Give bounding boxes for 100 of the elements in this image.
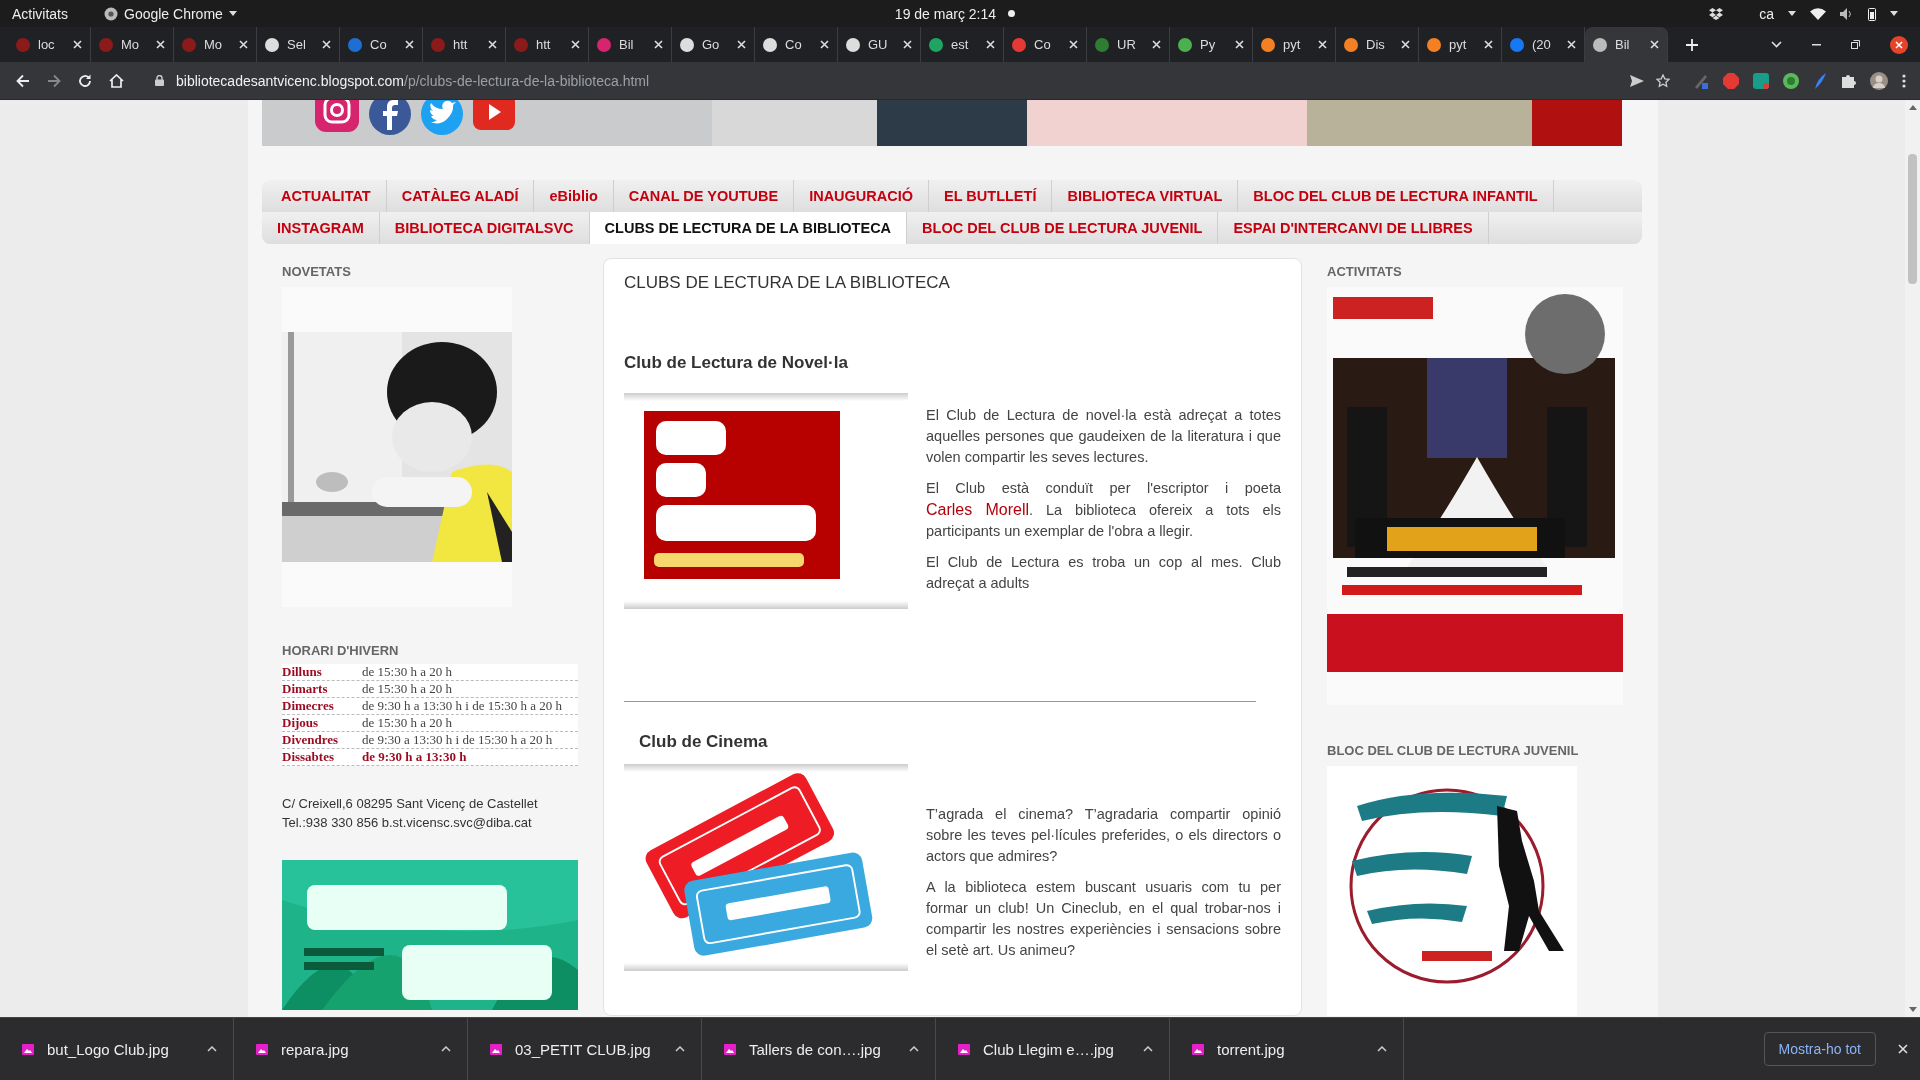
close-icon[interactable] [903,40,912,49]
image-file-icon [958,1043,970,1055]
menu-tab[interactable]: ESPAI D'INTERCANVI DE LLIBRES [1218,212,1489,244]
section-heading: HORARI D'HIVERN [282,643,399,658]
twitter-icon[interactable] [420,100,464,136]
scrollbar[interactable] [1905,100,1920,1017]
caret-up-icon[interactable] [1377,1046,1387,1052]
scrollbar-thumb[interactable] [1908,154,1917,284]
star-icon[interactable] [1656,73,1670,88]
language-indicator[interactable]: ca [1759,5,1774,22]
close-icon[interactable] [571,40,580,49]
caret-icon [228,11,237,16]
close-window-icon[interactable] [1890,35,1908,54]
lock-icon [155,75,164,86]
caret-up-icon[interactable] [1143,1046,1153,1052]
menu-tab[interactable]: CATÀLEG ALADÍ [386,180,535,212]
menu-tab[interactable]: ACTUALITAT [262,180,387,212]
download-item[interactable]: but_Logo Club.jpg [0,1018,234,1080]
contact-text: Tel.:938 330 856 b.st.vicensc.svc@diba.cat [282,815,532,830]
app-menu[interactable]: Google Chrome [104,5,237,22]
download-item[interactable]: Club Llegim e….jpg [936,1018,1170,1080]
feather-icon[interactable] [1813,72,1827,89]
browser-tab[interactable]: Bil [1585,27,1668,62]
author-link[interactable]: Carles Morell [926,501,1030,518]
caret-icon [1788,11,1796,16]
close-icon[interactable] [1898,1044,1908,1054]
restore-icon[interactable] [1851,40,1860,49]
clock[interactable]: 19 de març 2:14 [894,5,996,22]
volume-icon[interactable] [1840,7,1854,20]
menu-tab[interactable]: BLOC DEL CLUB DE LECTURA JUVENIL [907,212,1219,244]
close-icon[interactable] [820,40,829,49]
close-icon[interactable] [1069,40,1078,49]
menu-tab[interactable]: BLOC DEL CLUB DE LECTURA INFANTIL [1238,180,1554,212]
close-icon[interactable] [239,40,248,49]
dot-icon [1008,10,1015,17]
close-icon[interactable] [1650,40,1659,49]
new-tab-icon[interactable] [1686,38,1698,51]
image-file-icon [724,1043,736,1055]
show-all-button[interactable]: Mostra-ho tot [1763,1032,1876,1066]
wifi-icon[interactable] [1810,7,1826,20]
more-icon[interactable] [1902,73,1906,88]
close-icon[interactable] [488,40,497,49]
reload-icon[interactable] [78,73,92,88]
extension-circle-icon[interactable] [1783,72,1799,89]
caret-up-icon[interactable] [441,1046,451,1052]
close-icon[interactable] [1484,40,1493,49]
caret-up-icon[interactable] [675,1046,685,1052]
download-item[interactable]: torrent.jpg [1170,1018,1404,1080]
menu-tab[interactable]: BIBLIOTECA DIGITALSVC [379,212,590,244]
close-icon[interactable] [654,40,663,49]
scroll-up-icon[interactable] [1908,105,1917,110]
post-title: CLUBS DE LECTURA DE LA BIBLIOTECA [624,273,950,293]
close-icon[interactable] [1401,40,1410,49]
forward-icon[interactable] [47,73,61,88]
download-item[interactable]: 03_PETIT CLUB.jpg [468,1018,702,1080]
caret-up-icon[interactable] [909,1046,919,1052]
adblock-icon[interactable] [1723,72,1739,89]
scroll-down-icon[interactable] [1908,1007,1917,1012]
download-item[interactable]: repara.jpg [234,1018,468,1080]
close-icon[interactable] [1318,40,1327,49]
battery-icon[interactable] [1868,6,1876,21]
download-item[interactable]: Tallers de con….jpg [702,1018,936,1080]
close-icon[interactable] [986,40,995,49]
minimize-icon[interactable] [1812,43,1821,46]
caret-up-icon[interactable] [207,1046,217,1052]
menu-tab[interactable]: EL BUTLLETÍ [929,180,1053,212]
translate-icon[interactable] [1753,72,1769,89]
table-cell: de 15:30 h a 20 h [362,715,452,731]
puzzle-icon[interactable] [1841,73,1856,88]
send-icon[interactable] [1630,74,1644,87]
close-icon[interactable] [1567,40,1576,49]
facebook-icon[interactable] [368,100,412,136]
paragraph: El Club de Lectura de novel·la està adreçat a totes aquelles persones que gaudeixen de la literatura i que volen compartir les seves lectures. [926,406,1281,467]
home-icon[interactable] [109,73,124,88]
close-icon[interactable] [405,40,414,49]
pen-icon[interactable] [1693,72,1709,89]
image-file-icon [22,1043,34,1055]
activities-button[interactable]: Activitats [12,5,68,22]
chevron-down-icon[interactable] [1771,41,1782,48]
close-icon[interactable] [322,40,331,49]
caret-icon [1890,11,1898,16]
close-icon[interactable] [737,40,746,49]
section-heading: BLOC DEL CLUB DE LECTURA JUVENIL [1327,743,1579,758]
close-icon[interactable] [1152,40,1161,49]
menu-tab[interactable]: BIBLIOTECA VIRTUAL [1052,180,1239,212]
close-icon[interactable] [73,40,82,49]
table-cell: de 9:30 h a 13:30 h [362,749,467,765]
table-cell-text: Dissabtes [282,749,335,765]
close-icon[interactable] [156,40,165,49]
menu-tab[interactable]: CLUBS DE LECTURA DE LA BIBLIOTECA [589,212,908,244]
avatar-icon[interactable] [1870,71,1888,90]
table-cell-text: Dimecres [282,698,335,714]
menu-tab[interactable]: INSTAGRAM [262,212,380,244]
instagram-icon[interactable] [314,100,360,134]
chrome-icon [104,6,118,21]
dropbox-icon[interactable] [1709,7,1724,20]
image-file-icon [256,1043,268,1055]
close-icon[interactable] [1235,40,1244,49]
table-cell-text: Dimarts [282,681,329,697]
back-icon[interactable] [16,73,30,88]
